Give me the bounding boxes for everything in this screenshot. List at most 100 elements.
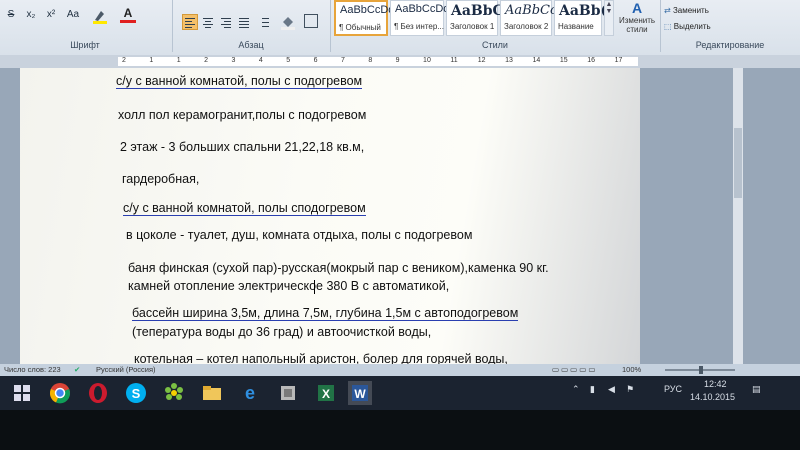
ruler-number: 12 (477, 57, 486, 64)
select-icon: ⬚ (664, 22, 674, 31)
ruler-number: 10 (423, 57, 431, 64)
skype-icon[interactable]: S (124, 381, 148, 405)
document-page[interactable]: с/у с ванной комнатой, полы с подогревом… (20, 68, 640, 366)
ruler-number: 3 (231, 57, 236, 64)
edge-icon[interactable]: e (238, 381, 262, 405)
ruler-number: 6 (313, 57, 318, 64)
document-area: с/у с ванной комнатой, полы с подогревом… (0, 68, 800, 366)
style-title[interactable]: AaBb( Название (554, 0, 607, 36)
styles-group-label: Стили (482, 40, 508, 50)
ruler-number: 2 (122, 57, 126, 64)
doc-line[interactable]: 2 этаж - 3 больших спальни 21,22,18 кв.м… (120, 140, 364, 154)
view-buttons[interactable]: ▭▭▭▭▭ (552, 365, 597, 374)
ruler-number: 11 (450, 57, 458, 64)
justify-button[interactable] (236, 14, 252, 30)
horizontal-ruler[interactable]: 2 1 1 2 3 4 5 6 7 8 9 10 11 12 13 14 15 16 17 (0, 55, 800, 69)
zoom-level[interactable]: 100% (622, 365, 641, 374)
language-indicator[interactable]: Русский (Россия) (96, 365, 156, 374)
flag-icon[interactable]: ⚑ (626, 384, 634, 395)
doc-line[interactable]: в цоколе - туалет, душ, комната отдыха, … (126, 228, 472, 242)
replace-button[interactable]: ⇄ Заменить (664, 6, 709, 15)
text-cursor (314, 280, 315, 294)
style-no-spacing[interactable]: AaBbCcDd ¶ Без интер... (390, 0, 449, 36)
icq-icon[interactable] (162, 381, 186, 405)
paragraph-group-label: Абзац (238, 40, 264, 50)
ruler-number: 17 (614, 57, 623, 64)
ruler-number: 5 (286, 57, 291, 64)
ribbon-group-labels: Шрифт Абзац Стили Редактирование (0, 38, 800, 52)
font-color-icon[interactable]: A (120, 6, 136, 24)
chrome-icon[interactable] (48, 381, 72, 405)
ruler-number: 1 (149, 57, 154, 64)
ruler-number: 4 (258, 57, 263, 64)
ruler-number: 14 (532, 57, 541, 64)
doc-line[interactable]: с/у с ванной комнатой, полы сподогревом (123, 201, 366, 216)
styles-scroll-icon[interactable]: ▲ ▼ (604, 0, 614, 36)
doc-line-text: с/у с ванной комнатой, полы с подогревом (116, 74, 363, 89)
word-icon[interactable]: W (348, 381, 372, 405)
font-group-label: Шрифт (70, 40, 100, 50)
doc-line[interactable]: с/у с ванной комнатой, полы с подогревом (116, 74, 363, 89)
excel-icon[interactable]: X (314, 381, 338, 405)
line-spacing-button[interactable] (256, 14, 272, 30)
opera-icon[interactable] (86, 381, 110, 405)
spellcheck-icon[interactable]: ✔ (74, 365, 80, 374)
clock-time[interactable]: 12:42 (704, 379, 727, 389)
doc-line[interactable]: бассейн ширина 3,5м, длина 7,5м, глубина… (132, 306, 519, 321)
style-name: ¶ Без интер... (394, 22, 444, 31)
strikethrough-button[interactable]: S (4, 8, 18, 22)
ruler-number: 2 (204, 57, 208, 64)
subscript-button[interactable]: x₂ (24, 8, 38, 22)
superscript-button[interactable]: x² (44, 8, 58, 22)
doc-line[interactable]: баня финская (сухой пар)-русская(мокрый … (128, 261, 549, 275)
vertical-scrollbar[interactable] (733, 68, 743, 364)
scroll-thumb[interactable] (734, 128, 742, 198)
svg-text:e: e (245, 383, 255, 403)
style-heading-2[interactable]: AaBbCc Заголовок 2 (500, 0, 557, 36)
style-normal[interactable]: AaBbCcDd ¶ Обычный (334, 0, 394, 36)
clock-date[interactable]: 14.10.2015 (690, 392, 735, 402)
ruler-number: 1 (176, 57, 181, 64)
style-name: Заголовок 1 (450, 22, 495, 31)
style-heading-1[interactable]: AaBbC Заголовок 1 (446, 0, 504, 36)
windows-start-icon[interactable] (10, 381, 34, 405)
svg-text:W: W (354, 387, 366, 401)
file-explorer-icon[interactable] (200, 381, 224, 405)
change-case-button[interactable]: Aa (66, 8, 80, 22)
select-button[interactable]: ⬚ Выделить (664, 22, 711, 31)
select-label: Выделить (673, 22, 711, 31)
style-sample: AaBbCc (505, 3, 558, 18)
zoom-slider-thumb[interactable] (699, 366, 703, 374)
ruler-text-area: 2 1 1 2 3 4 5 6 7 8 9 10 11 12 13 14 15 16 17 (118, 57, 638, 66)
doc-line-text: с/у с ванной комнатой, полы сподогревом (123, 201, 366, 216)
keyboard-language[interactable]: РУС (664, 384, 682, 394)
borders-icon[interactable] (304, 14, 318, 28)
replace-icon: ⇄ (664, 6, 673, 15)
shading-icon[interactable] (280, 14, 296, 30)
text-highlight-icon[interactable] (92, 8, 108, 24)
align-center-button[interactable] (200, 14, 216, 30)
align-right-button[interactable] (218, 14, 234, 30)
notifications-icon[interactable]: ▤ (752, 384, 761, 395)
align-left-button[interactable] (182, 14, 198, 30)
status-bar: Число слов: 223 ✔ Русский (Россия) ▭▭▭▭▭… (0, 364, 800, 376)
volume-icon[interactable]: ◀ (608, 384, 615, 395)
tray-chevron-icon[interactable]: ⌃ (572, 384, 580, 395)
app-icon[interactable] (276, 381, 300, 405)
ruler-number: 7 (340, 57, 345, 64)
monitor-bezel (0, 410, 800, 450)
change-styles-button[interactable]: A Изменить стили (618, 0, 656, 36)
replace-label: Заменить (672, 6, 709, 15)
word-count[interactable]: Число слов: 223 (4, 365, 61, 374)
doc-line[interactable]: холл пол керамогранит,полы с подогревом (118, 108, 366, 122)
ruler-number: 15 (559, 57, 568, 64)
ruler-number: 8 (368, 57, 373, 64)
ribbon: S x₂ x² Aa A AaBbCcDd ¶ Обычный AaBbCcDd… (0, 0, 800, 56)
ruler-number: 16 (587, 57, 596, 64)
style-sample: AaBbC (451, 3, 504, 19)
doc-line[interactable]: камней отопление электрическое 380 В с а… (128, 279, 449, 293)
network-icon[interactable]: ▮ (590, 384, 595, 395)
style-name: Заголовок 2 (504, 22, 549, 31)
doc-line[interactable]: гардеробная, (122, 172, 199, 186)
doc-line[interactable]: (тепература воды до 36 град) и автоочист… (132, 325, 431, 339)
